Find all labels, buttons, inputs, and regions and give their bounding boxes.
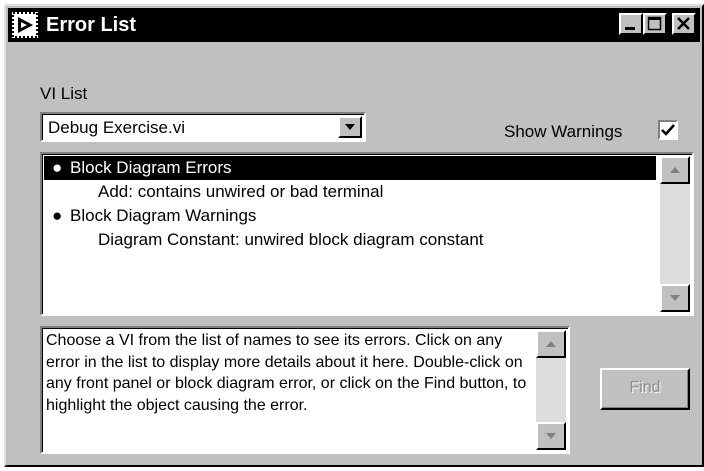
vi-list-selected: Debug Exercise.vi <box>48 118 186 137</box>
bullet-icon: ● <box>52 206 63 225</box>
window-title: Error List <box>46 14 137 36</box>
scroll-up-button[interactable] <box>660 156 690 184</box>
scroll-up-button[interactable] <box>536 330 566 358</box>
vi-list-dropdown-button[interactable] <box>338 116 362 138</box>
error-list-item[interactable]: ● Block Diagram Errors <box>44 156 656 180</box>
minimize-button[interactable] <box>619 13 643 35</box>
check-icon <box>661 124 675 136</box>
close-button[interactable] <box>672 13 696 35</box>
error-list-item[interactable]: Add: contains unwired or bad terminal <box>44 180 656 204</box>
maximize-button[interactable] <box>643 13 667 35</box>
scroll-down-arrow-icon <box>670 295 680 301</box>
labview-run-arrow-icon[interactable] <box>12 12 38 38</box>
close-icon <box>677 17 690 30</box>
bullet-icon: ● <box>52 158 63 177</box>
title-bar[interactable]: Error List <box>8 8 700 42</box>
error-list-item[interactable]: ● Block Diagram Warnings <box>44 204 656 228</box>
chevron-down-icon <box>345 124 355 130</box>
error-details-text: Choose a VI from the list of names to se… <box>46 332 527 414</box>
vi-list-dropdown[interactable]: Debug Exercise.vi <box>40 112 366 142</box>
error-list-window: Error List VI List Debug Exercise.vi Sho… <box>4 4 704 467</box>
error-list-item[interactable]: Diagram Constant: unwired block diagram … <box>44 228 656 252</box>
maximize-icon <box>647 16 662 31</box>
scroll-down-arrow-icon <box>546 433 556 439</box>
minimize-icon <box>625 27 635 30</box>
scroll-down-button[interactable] <box>536 422 566 450</box>
scroll-up-arrow-icon <box>670 167 680 173</box>
error-list[interactable]: ● Block Diagram Errors Add: contains unwi… <box>40 152 694 316</box>
error-details-box[interactable]: Choose a VI from the list of names to se… <box>40 326 570 454</box>
scroll-down-button[interactable] <box>660 284 690 312</box>
details-scrollbar[interactable] <box>536 330 566 450</box>
error-list-scrollbar[interactable] <box>660 156 690 312</box>
show-warnings-label: Show Warnings <box>504 122 623 141</box>
find-button[interactable]: Find <box>600 368 690 410</box>
scroll-up-arrow-icon <box>546 341 556 347</box>
vi-list-label: VI List <box>40 84 88 103</box>
show-warnings-checkbox[interactable] <box>658 120 678 140</box>
